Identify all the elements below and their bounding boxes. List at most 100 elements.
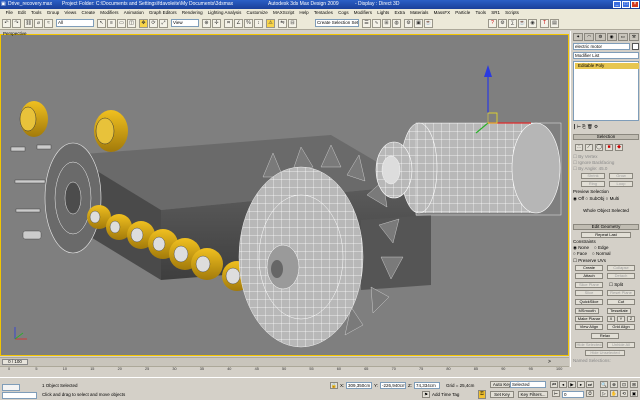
zoom-all-icon[interactable]: ⊕ xyxy=(610,381,618,388)
slice-plane-button[interactable]: Slice Plane xyxy=(575,282,603,288)
view-align-button[interactable]: View Align xyxy=(575,324,603,330)
link-icon[interactable]: ⛓ xyxy=(24,19,33,28)
menu-item[interactable]: Tools xyxy=(28,9,44,17)
key-mode-icon[interactable]: ⊢ xyxy=(552,390,560,397)
hide-selected-button[interactable]: Hide Selected xyxy=(575,342,603,348)
planar-x-button[interactable]: X xyxy=(607,316,615,322)
menu-item[interactable]: Customize xyxy=(244,9,270,17)
menu-item[interactable]: Graph Editors xyxy=(146,9,179,17)
planar-z-button[interactable]: Z xyxy=(627,316,635,322)
z-coord-field[interactable]: 74,334cm xyxy=(414,382,440,389)
select-move-icon[interactable]: ✥ xyxy=(139,19,148,28)
cut-button[interactable]: Cut xyxy=(607,299,635,305)
schematic-view-icon[interactable]: ⊞ xyxy=(382,19,391,28)
selection-filter-dropdown[interactable]: All xyxy=(56,19,94,27)
manipulate-icon[interactable]: ✢ xyxy=(212,19,221,28)
align-icon[interactable]: ⊟ xyxy=(288,19,297,28)
preserve-uvs-checkbox[interactable]: ☐ Preserve UVs xyxy=(573,258,639,264)
menu-item[interactable]: Cogs xyxy=(335,9,351,17)
selected-set-dropdown[interactable]: Selected xyxy=(510,381,546,388)
stack-item-editable-poly[interactable]: Editable Poly xyxy=(575,63,639,69)
quickslice-button[interactable]: QuickSlice xyxy=(575,299,603,305)
panel-icon[interactable]: ▤ xyxy=(550,19,559,28)
unlink-icon[interactable]: ⌀ xyxy=(34,19,43,28)
hide-unselected-button[interactable]: Hide Unselected xyxy=(585,350,625,356)
motion-tab[interactable]: ◉ xyxy=(606,33,617,41)
element-level-icon[interactable]: ◆ xyxy=(615,144,623,151)
attach-button[interactable]: Attach xyxy=(575,273,603,279)
zoom-extents-icon[interactable]: ⊡ xyxy=(620,381,628,388)
orbit-icon[interactable]: ⟲ xyxy=(620,390,628,397)
zoom-icon[interactable]: 🔍 xyxy=(600,381,608,388)
menu-item[interactable]: Create xyxy=(79,9,98,17)
edit-geometry-rollout-header[interactable]: Edit Geometry xyxy=(573,224,639,230)
modify-tab[interactable]: ◠ xyxy=(584,33,595,41)
msmooth-button[interactable]: MSmooth xyxy=(575,308,599,314)
maximize-button[interactable]: □ xyxy=(622,1,630,8)
cog-icon[interactable]: ⚙ xyxy=(498,19,507,28)
menu-item[interactable]: Particle xyxy=(453,9,473,17)
viewport-label[interactable]: Perspective xyxy=(3,31,27,36)
time-slider-bar[interactable]: 0 / 100 > xyxy=(0,357,569,366)
select-rotate-icon[interactable]: ⟳ xyxy=(149,19,158,28)
make-planar-button[interactable]: Make Planar xyxy=(575,316,603,322)
close-button[interactable]: × xyxy=(631,1,639,8)
planar-y-button[interactable]: Y xyxy=(617,316,625,322)
menu-item[interactable]: Tools xyxy=(473,9,489,17)
go-to-end-icon[interactable]: ⏭ xyxy=(586,381,594,388)
slice-button[interactable]: Slice xyxy=(575,290,603,296)
snaps-toggle-icon[interactable]: ⌗ xyxy=(224,19,233,28)
reference-coord-dropdown[interactable]: View xyxy=(171,19,199,27)
grid-align-button[interactable]: Grid Align xyxy=(607,324,635,330)
go-to-start-icon[interactable]: ⏮ xyxy=(550,381,558,388)
create-tab[interactable]: ✦ xyxy=(573,33,584,41)
curve-editor-icon[interactable]: ∿ xyxy=(372,19,381,28)
select-object-icon[interactable]: ↖ xyxy=(97,19,106,28)
help-icon[interactable]: ? xyxy=(488,19,497,28)
rect-selection-icon[interactable]: ▭ xyxy=(117,19,126,28)
maxscript-mini-listener[interactable] xyxy=(2,392,37,399)
by-angle-checkbox[interactable]: ☐ By Angle: 45.0 xyxy=(573,166,639,172)
render-icon[interactable]: ◉ xyxy=(528,19,537,28)
render-setup-icon[interactable]: ⚙ xyxy=(404,19,413,28)
lock-selection-icon[interactable]: 🔒 xyxy=(330,382,338,389)
bind-space-warp-icon[interactable]: ≈ xyxy=(44,19,53,28)
add-time-tag[interactable]: Add Time Tag xyxy=(432,392,459,397)
tessellate-button[interactable]: Tessellate xyxy=(607,308,631,314)
x-coord-field[interactable]: 309,350cm xyxy=(346,382,372,389)
pivot-center-icon[interactable]: ⊕ xyxy=(202,19,211,28)
current-frame-field[interactable]: 0 xyxy=(562,391,584,398)
edge-level-icon[interactable]: ⟋ xyxy=(585,144,593,151)
play-icon[interactable]: ▶ xyxy=(568,381,576,388)
menu-item[interactable]: Extra xyxy=(392,9,408,17)
split-checkbox[interactable]: ☐ Split xyxy=(609,282,637,288)
menu-item[interactable]: Materials xyxy=(408,9,431,17)
menu-item[interactable]: Modifiers xyxy=(351,9,374,17)
field-of-view-icon[interactable]: ▷ xyxy=(600,390,608,397)
redo-button[interactable]: ↷ xyxy=(12,19,21,28)
angle-snap-icon[interactable]: ∠ xyxy=(234,19,243,28)
menu-item[interactable]: Edit xyxy=(15,9,28,17)
menu-item[interactable]: MassFX xyxy=(431,9,453,17)
polygon-level-icon[interactable]: ■ xyxy=(605,144,613,151)
menu-item[interactable]: Help xyxy=(297,9,311,17)
named-selection-icon[interactable]: ⚠ xyxy=(266,19,275,28)
time-slider[interactable]: 0 / 100 xyxy=(2,359,28,365)
spinner-snap-icon[interactable]: ↕ xyxy=(254,19,263,28)
menu-item[interactable]: Lighting Analysis xyxy=(205,9,244,17)
set-key-button[interactable]: Set Key xyxy=(490,391,514,398)
teapot-icon[interactable]: ☕ xyxy=(518,19,527,28)
undo-button[interactable]: ↶ xyxy=(2,19,11,28)
named-selection-set-dropdown[interactable]: Create Selection Set xyxy=(315,19,359,27)
ring-button[interactable]: Ring xyxy=(581,181,605,187)
time-tag-icon[interactable]: ⚑ xyxy=(422,391,430,398)
rendered-frame-icon[interactable]: ▣ xyxy=(414,19,423,28)
vertex-level-icon[interactable]: ∴ xyxy=(575,144,583,151)
menu-item[interactable]: Modifiers xyxy=(98,9,121,17)
menu-item[interactable]: MAXScript xyxy=(270,9,296,17)
repeat-last-button[interactable]: Repeat Last xyxy=(581,232,631,238)
key-filters-button[interactable]: Key Filters... xyxy=(518,391,548,398)
select-scale-icon[interactable]: ⤢ xyxy=(159,19,168,28)
loop-button[interactable]: Loop xyxy=(609,181,633,187)
relax-button[interactable]: Relax xyxy=(591,333,619,339)
